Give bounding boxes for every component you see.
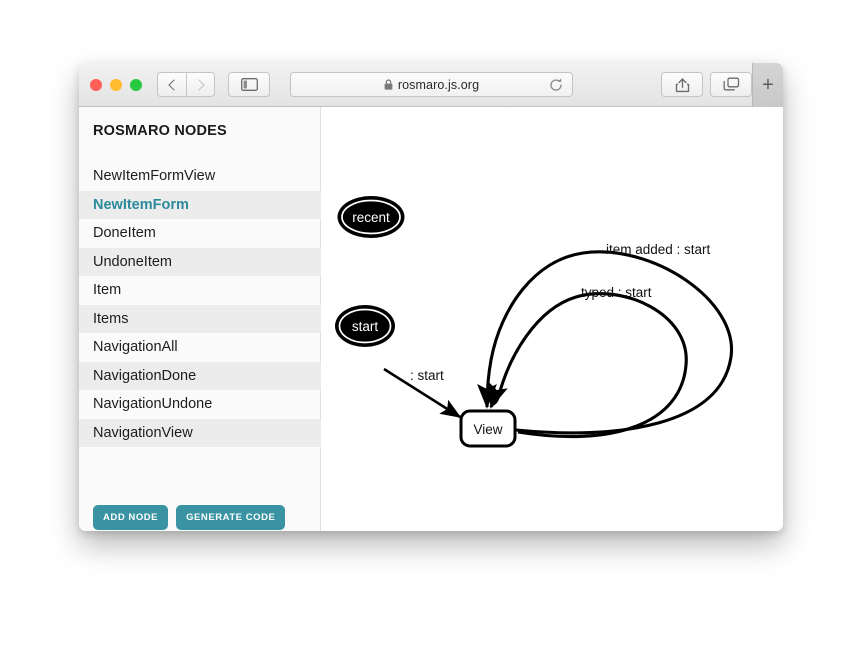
edge-label-item-added: item added : start bbox=[606, 242, 711, 257]
tabs-overview-icon bbox=[723, 77, 739, 91]
new-tab-button[interactable]: + bbox=[752, 63, 783, 107]
sidebar-toggle-button[interactable] bbox=[228, 72, 270, 97]
reload-icon[interactable] bbox=[548, 77, 564, 93]
node-list-item[interactable]: NavigationUndone bbox=[79, 390, 321, 419]
screenshot-root: rosmaro.js.org + ROSMARO NODES NewItemFo… bbox=[0, 0, 860, 649]
minimize-button[interactable] bbox=[110, 79, 122, 91]
url-text: rosmaro.js.org bbox=[397, 77, 480, 92]
browser-toolbar: rosmaro.js.org + bbox=[79, 63, 783, 107]
graph-node-recent-label: recent bbox=[352, 210, 390, 225]
zoom-button[interactable] bbox=[130, 79, 142, 91]
back-button[interactable] bbox=[157, 72, 186, 97]
graph-canvas[interactable]: recent start View item added : start typ… bbox=[321, 107, 783, 531]
node-list-item[interactable]: NavigationAll bbox=[79, 333, 321, 362]
browser-window: rosmaro.js.org + ROSMARO NODES NewItemFo… bbox=[79, 63, 783, 531]
edge-typed bbox=[488, 292, 688, 439]
address-bar[interactable]: rosmaro.js.org bbox=[290, 72, 573, 97]
forward-button[interactable] bbox=[186, 72, 215, 97]
tabs-overview-button[interactable] bbox=[710, 72, 752, 97]
new-tab-label: + bbox=[762, 74, 774, 96]
generate-code-button[interactable]: GENERATE CODE bbox=[176, 505, 286, 530]
graph-node-view-label: View bbox=[473, 422, 502, 437]
page-content: ROSMARO NODES NewItemFormView NewItemForm… bbox=[79, 107, 783, 531]
node-list-item[interactable]: UndoneItem bbox=[79, 247, 321, 276]
graph-node-view[interactable]: View bbox=[459, 409, 517, 448]
chevron-left-icon bbox=[167, 78, 180, 91]
chevron-right-icon bbox=[193, 78, 205, 91]
node-list-item[interactable]: NavigationDone bbox=[79, 361, 321, 390]
node-list-item[interactable]: NavigationView bbox=[79, 418, 321, 447]
node-list-item[interactable]: NewItemFormView bbox=[79, 162, 321, 191]
sidebar-title: ROSMARO NODES bbox=[93, 123, 227, 139]
node-list-item[interactable]: NewItemForm bbox=[79, 190, 321, 219]
graph-node-recent[interactable]: recent bbox=[337, 196, 405, 238]
sidebar-action-buttons: ADD NODE GENERATE CODE bbox=[93, 505, 286, 530]
close-button[interactable] bbox=[90, 79, 102, 91]
share-icon bbox=[675, 77, 689, 92]
edge-label-typed: typed : start bbox=[581, 285, 652, 300]
node-list: NewItemFormView NewItemForm DoneItem Undone… bbox=[79, 162, 321, 447]
sidebar: ROSMARO NODES NewItemFormView NewItemForm… bbox=[79, 107, 321, 531]
share-button[interactable] bbox=[661, 72, 703, 97]
add-node-button[interactable]: ADD NODE bbox=[93, 505, 169, 530]
graph-node-start[interactable]: start bbox=[335, 305, 395, 347]
state-graph: recent start View item added : start typ… bbox=[335, 196, 733, 448]
edge-label-start: : start bbox=[410, 368, 444, 383]
node-list-item[interactable]: Item bbox=[79, 276, 321, 305]
node-list-item[interactable]: Items bbox=[79, 304, 321, 333]
lock-icon bbox=[384, 79, 393, 90]
graph-node-start-label: start bbox=[352, 319, 379, 334]
node-list-item[interactable]: DoneItem bbox=[79, 219, 321, 248]
sidebar-toggle-icon bbox=[240, 78, 258, 91]
window-controls bbox=[90, 79, 142, 91]
